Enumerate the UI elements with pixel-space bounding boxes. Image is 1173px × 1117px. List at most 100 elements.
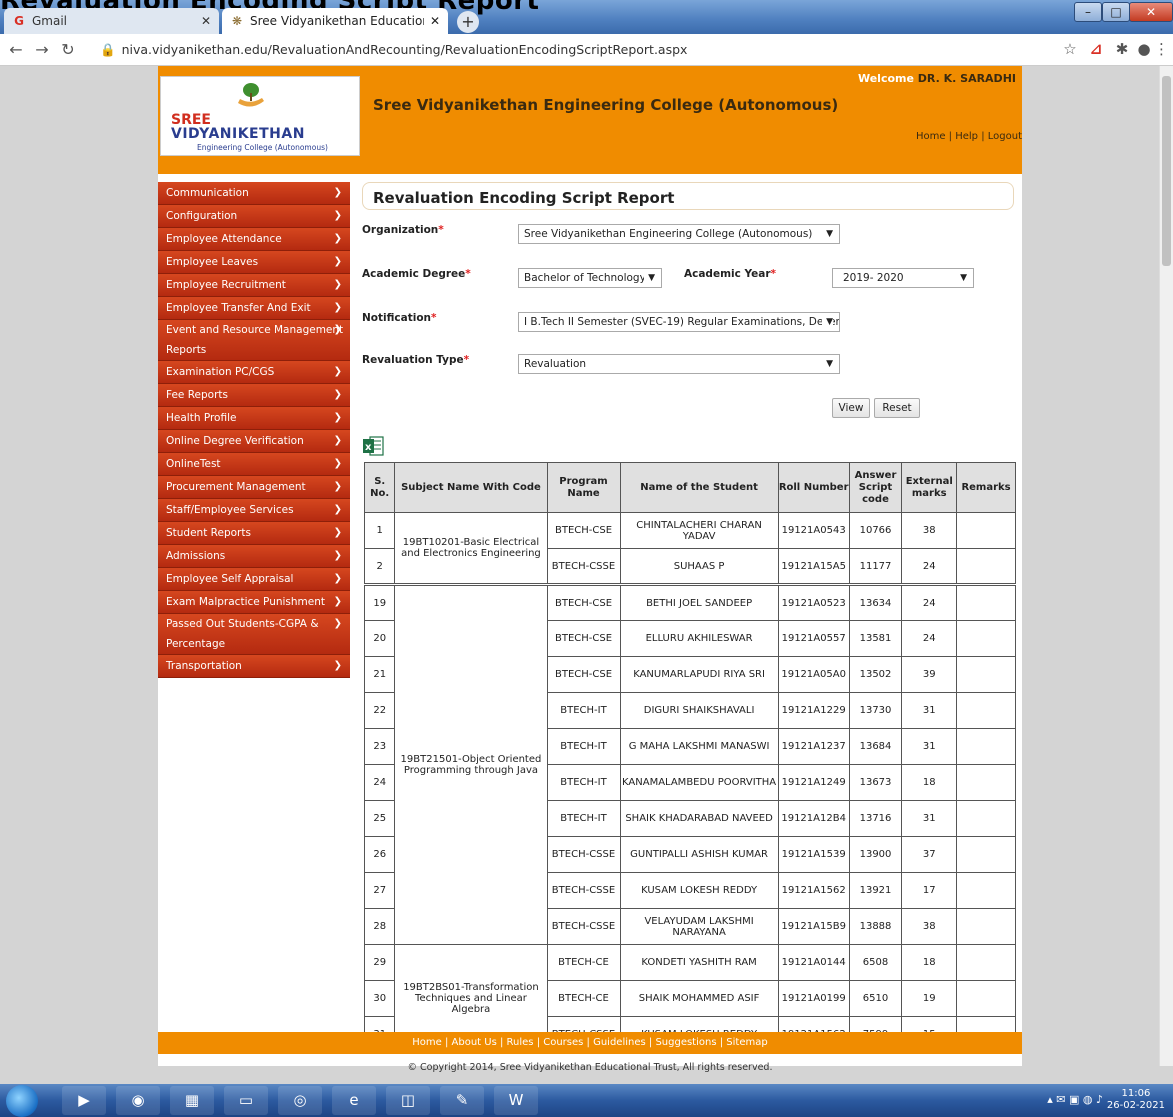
notification-select[interactable]: I B.Tech II Semester (SVEC-19) Regular E…	[518, 312, 840, 332]
table-cell: 20	[363, 620, 396, 657]
minimize-button[interactable]: –	[1074, 2, 1102, 22]
scrollbar-thumb[interactable]	[1162, 76, 1171, 266]
close-icon[interactable]: ✕	[430, 14, 440, 28]
sidebar-item-transportation[interactable]: Transportation ❯	[158, 655, 350, 678]
image-viewer-icon[interactable]: ◫	[386, 1086, 430, 1115]
top-links[interactable]: Home | Help | Logout	[916, 131, 1022, 142]
word-icon[interactable]: W	[494, 1086, 538, 1115]
sidebar-item-label: Employee Transfer And Exit	[166, 302, 311, 314]
table-header-row: S. No. Subject Name With Code Program Na…	[363, 462, 1016, 513]
table-cell: 11177	[848, 548, 903, 585]
sidebar-item-onlinetest[interactable]: OnlineTest ❯	[158, 453, 350, 476]
sidebar-item-label: Employee Self Appraisal	[166, 573, 294, 585]
logo-text-sree: SREE	[171, 112, 211, 128]
sidebar-item-self-appraisal[interactable]: Employee Self Appraisal ❯	[158, 568, 350, 591]
media-player-icon[interactable]: ▶	[62, 1086, 106, 1115]
view-button[interactable]: View	[832, 398, 870, 418]
media-icon[interactable]: ◎	[278, 1086, 322, 1115]
column-header: Subject Name With Code	[394, 462, 548, 513]
reset-button[interactable]: Reset	[874, 398, 920, 418]
sidebar-item-malpractice[interactable]: Exam Malpractice Punishment ❯	[158, 591, 350, 614]
sidebar-item-label: Online Degree Verification	[166, 435, 304, 447]
academic-year-select[interactable]: 2019- 2020 ▼	[832, 268, 974, 288]
forward-icon[interactable]: →	[32, 40, 52, 59]
vertical-scrollbar[interactable]	[1159, 66, 1173, 1066]
sidebar-item-employee-leaves[interactable]: Employee Leaves ❯	[158, 251, 350, 274]
tab-gmail[interactable]: G Gmail ✕	[4, 8, 219, 34]
table-cell: BTECH-CE	[546, 944, 621, 981]
url-text: niva.vidyanikethan.edu/RevaluationAndRec…	[121, 42, 688, 57]
sidebar-item-staff-services[interactable]: Staff/Employee Services ❯	[158, 499, 350, 522]
footer-links[interactable]: Home | About Us | Rules | Courses | Guid…	[158, 1032, 1022, 1054]
table-cell: 21	[363, 656, 396, 693]
chrome-icon[interactable]: ◉	[116, 1086, 160, 1115]
file-explorer-icon[interactable]: ▭	[224, 1086, 268, 1115]
column-header: Roll Number	[777, 462, 850, 513]
table-cell: 29	[363, 944, 396, 981]
dropdown-arrow-icon: ▼	[822, 313, 833, 331]
sidebar-item-communication[interactable]: Communication ❯	[158, 182, 350, 205]
system-tray[interactable]: ▴ ✉ ▣ ◍ ♪	[1047, 1093, 1103, 1106]
chevron-down-icon: ❯	[333, 324, 342, 335]
sidebar-item-employee-transfer[interactable]: Employee Transfer And Exit ❯	[158, 297, 350, 320]
sidebar-item-passed-out[interactable]: Passed Out Students-CGPA & ❯ Percentage	[158, 614, 350, 655]
sidebar-item-fee-reports[interactable]: Fee Reports ❯	[158, 384, 350, 407]
table-cell	[956, 656, 1016, 693]
start-button[interactable]	[6, 1085, 38, 1117]
bookmark-star-icon[interactable]: ☆	[1060, 40, 1080, 58]
tab-vidyanikethan[interactable]: ❋ Sree Vidyanikethan Educational I ✕	[222, 8, 448, 34]
maximize-button[interactable]: □	[1102, 2, 1130, 22]
column-header: Answer Script code	[848, 462, 903, 513]
academic-degree-select[interactable]: Bachelor of Technology ▼	[518, 268, 662, 288]
sidebar-item-student-reports[interactable]: Student Reports ❯	[158, 522, 350, 545]
extensions-icon[interactable]: ✱	[1112, 40, 1132, 58]
profile-icon[interactable]: ●	[1134, 40, 1154, 58]
table-cell: 30	[363, 980, 396, 1017]
window-close-button[interactable]: ✕	[1129, 2, 1173, 22]
table-row: 19 19BT21501-Object Oriented Programming…	[363, 583, 1016, 945]
internet-explorer-icon[interactable]: e	[332, 1086, 376, 1115]
pdf-extension-icon[interactable]: ⊿	[1086, 40, 1106, 58]
logo-text-vidyanikethan: VIDYANIKETHAN	[171, 126, 305, 142]
back-icon[interactable]: ←	[6, 40, 26, 59]
paint-icon[interactable]: ✎	[440, 1086, 484, 1115]
sidebar-item-examination[interactable]: Examination PC/CGS ❯	[158, 361, 350, 384]
sidebar-item-employee-attendance[interactable]: Employee Attendance ❯	[158, 228, 350, 251]
report-table: S. No. Subject Name With Code Program Na…	[363, 462, 1016, 1053]
table-cell: 19121A0199	[777, 980, 850, 1017]
new-tab-button[interactable]: +	[457, 11, 479, 33]
chevron-down-icon: ❯	[333, 210, 342, 221]
table-cell: 19121A15B9	[777, 908, 850, 945]
table-cell: 27	[363, 872, 396, 909]
table-cell: CHINTALACHERI CHARAN YADAV	[619, 512, 779, 549]
sidebar-item-event-resource[interactable]: Event and Resource Management ❯ Reports	[158, 320, 350, 361]
sidebar-item-label: Percentage	[166, 638, 226, 650]
sidebar-item-admissions[interactable]: Admissions ❯	[158, 545, 350, 568]
menu-icon[interactable]: ⋮	[1154, 40, 1169, 58]
sidebar-item-health-profile[interactable]: Health Profile ❯	[158, 407, 350, 430]
url-field[interactable]: 🔒 niva.vidyanikethan.edu/RevaluationAndRe…	[100, 42, 687, 58]
sidebar-item-configuration[interactable]: Configuration ❯	[158, 205, 350, 228]
page: SREE VIDYANIKETHAN Engineering College (…	[158, 66, 1022, 1073]
table-cell: SHAIK MOHAMMED ASIF	[619, 980, 779, 1017]
sidebar-menu: Communication ❯ Configuration ❯ Employee A…	[158, 182, 350, 678]
excel-export-icon[interactable]: x	[362, 436, 384, 456]
college-logo[interactable]: SREE VIDYANIKETHAN Engineering College (…	[160, 76, 360, 156]
table-cell: BTECH-CSSE	[546, 548, 621, 585]
sidebar-item-degree-verification[interactable]: Online Degree Verification ❯	[158, 430, 350, 453]
excel-taskbar-icon[interactable]: ▦	[170, 1086, 214, 1115]
clock[interactable]: 11:06 26-02-2021	[1107, 1088, 1165, 1112]
close-icon[interactable]: ✕	[201, 14, 211, 28]
reload-icon[interactable]: ↻	[58, 40, 78, 59]
table-cell: 6510	[848, 980, 903, 1017]
table-cell: BTECH-IT	[546, 764, 621, 801]
table-cell: BTECH-CSSE	[546, 908, 621, 945]
organization-select[interactable]: Sree Vidyanikethan Engineering College (…	[518, 224, 840, 244]
page-title-box: Revaluation Encoding Script Report	[362, 182, 1014, 210]
chevron-down-icon: ❯	[333, 435, 342, 446]
table-cell: BTECH-CSE	[546, 512, 621, 549]
sidebar-item-procurement[interactable]: Procurement Management ❯	[158, 476, 350, 499]
sidebar-item-employee-recruitment[interactable]: Employee Recruitment ❯	[158, 274, 350, 297]
dropdown-arrow-icon: ▼	[822, 225, 833, 243]
revaluation-type-select[interactable]: Revaluation ▼	[518, 354, 840, 374]
